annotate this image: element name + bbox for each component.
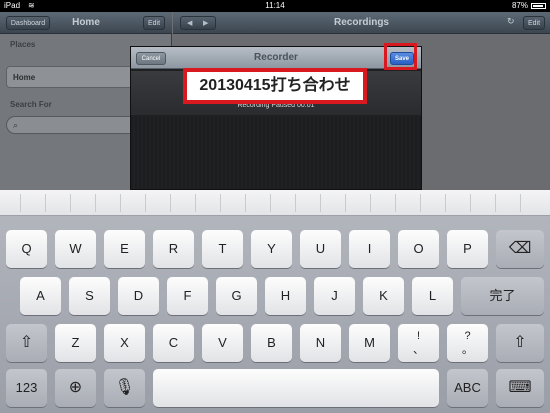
key-x[interactable]: X xyxy=(104,324,145,362)
key-j[interactable]: J xyxy=(314,277,355,315)
right-title: Recordings xyxy=(333,17,389,28)
cancel-button[interactable]: Cancel xyxy=(136,52,166,65)
recorder-body xyxy=(131,117,421,189)
right-edit-button[interactable]: Edit xyxy=(523,16,545,30)
save-highlight-box xyxy=(384,43,417,70)
key-l[interactable]: L xyxy=(412,277,453,315)
hide-keyboard-key[interactable]: ⌨ xyxy=(496,369,544,407)
globe-icon: ⊕ xyxy=(68,379,83,396)
recorder-title: Recorder xyxy=(254,52,298,63)
keyboard: Q W E R T Y U I O P ⌫ A S D F G H J K L … xyxy=(0,190,550,413)
key-d[interactable]: D xyxy=(118,277,159,315)
key-r[interactable]: R xyxy=(153,230,194,268)
abc-key[interactable]: ABC xyxy=(447,369,488,407)
key-n[interactable]: N xyxy=(300,324,341,362)
shift-icon: ⇧ xyxy=(19,334,34,351)
backspace-icon: ⌫ xyxy=(508,240,532,257)
key-c[interactable]: C xyxy=(153,324,194,362)
left-edit-button[interactable]: Edit xyxy=(143,16,165,30)
key-p[interactable]: P xyxy=(447,230,488,268)
key-h[interactable]: H xyxy=(265,277,306,315)
key-i[interactable]: I xyxy=(349,230,390,268)
key-o[interactable]: O xyxy=(398,230,439,268)
microphone-icon: 🎙 xyxy=(114,379,135,396)
battery-percent: 87% xyxy=(511,1,528,10)
key-m[interactable]: M xyxy=(349,324,390,362)
dictation-key[interactable]: 🎙 xyxy=(104,369,145,407)
candidate-bar xyxy=(0,190,550,216)
key-exclaim-comma[interactable]: ! 、 xyxy=(398,324,439,362)
left-nav-bar: Dashboard Home Edit xyxy=(0,12,172,34)
search-label: Search For xyxy=(10,100,52,109)
places-label: Places xyxy=(10,40,36,49)
key-s[interactable]: S xyxy=(69,277,110,315)
status-bar: iPad ≋ 11:14 87% xyxy=(0,0,550,12)
right-nav-bar: ◀ ▶ Recordings ↻ Edit xyxy=(173,12,550,34)
space-key[interactable] xyxy=(153,369,439,407)
globe-key[interactable]: ⊕ xyxy=(55,369,96,407)
keyboard-dismiss-icon: ⌨ xyxy=(508,379,532,396)
key-a[interactable]: A xyxy=(20,277,61,315)
shift-key-right[interactable]: ⇧ xyxy=(496,324,544,362)
key-v[interactable]: V xyxy=(202,324,243,362)
key-y[interactable]: Y xyxy=(251,230,292,268)
battery-icon xyxy=(531,3,546,9)
refresh-icon[interactable]: ↻ xyxy=(507,16,515,27)
recording-name-field[interactable]: 20130415打ち合わせ xyxy=(183,68,367,104)
numbers-key[interactable]: 123 xyxy=(6,369,47,407)
recorder-nav-bar: Recorder Cancel Save xyxy=(131,47,421,69)
key-k[interactable]: K xyxy=(363,277,404,315)
done-key[interactable]: 完了 xyxy=(461,277,544,315)
recording-name-value: 20130415打ち合わせ xyxy=(199,77,351,94)
key-q[interactable]: Q xyxy=(6,230,47,268)
key-w[interactable]: W xyxy=(55,230,96,268)
shift-icon: ⇧ xyxy=(513,334,527,351)
backspace-key[interactable]: ⌫ xyxy=(496,230,544,268)
key-f[interactable]: F xyxy=(167,277,208,315)
search-icon: ⌕ xyxy=(13,120,19,130)
key-z[interactable]: Z xyxy=(55,324,96,362)
clock: 11:14 xyxy=(265,1,285,10)
key-question-period[interactable]: ? 。 xyxy=(447,324,488,362)
key-g[interactable]: G xyxy=(216,277,257,315)
key-e[interactable]: E xyxy=(104,230,145,268)
key-b[interactable]: B xyxy=(251,324,292,362)
shift-key[interactable]: ⇧ xyxy=(6,324,47,362)
key-u[interactable]: U xyxy=(300,230,341,268)
key-t[interactable]: T xyxy=(202,230,243,268)
